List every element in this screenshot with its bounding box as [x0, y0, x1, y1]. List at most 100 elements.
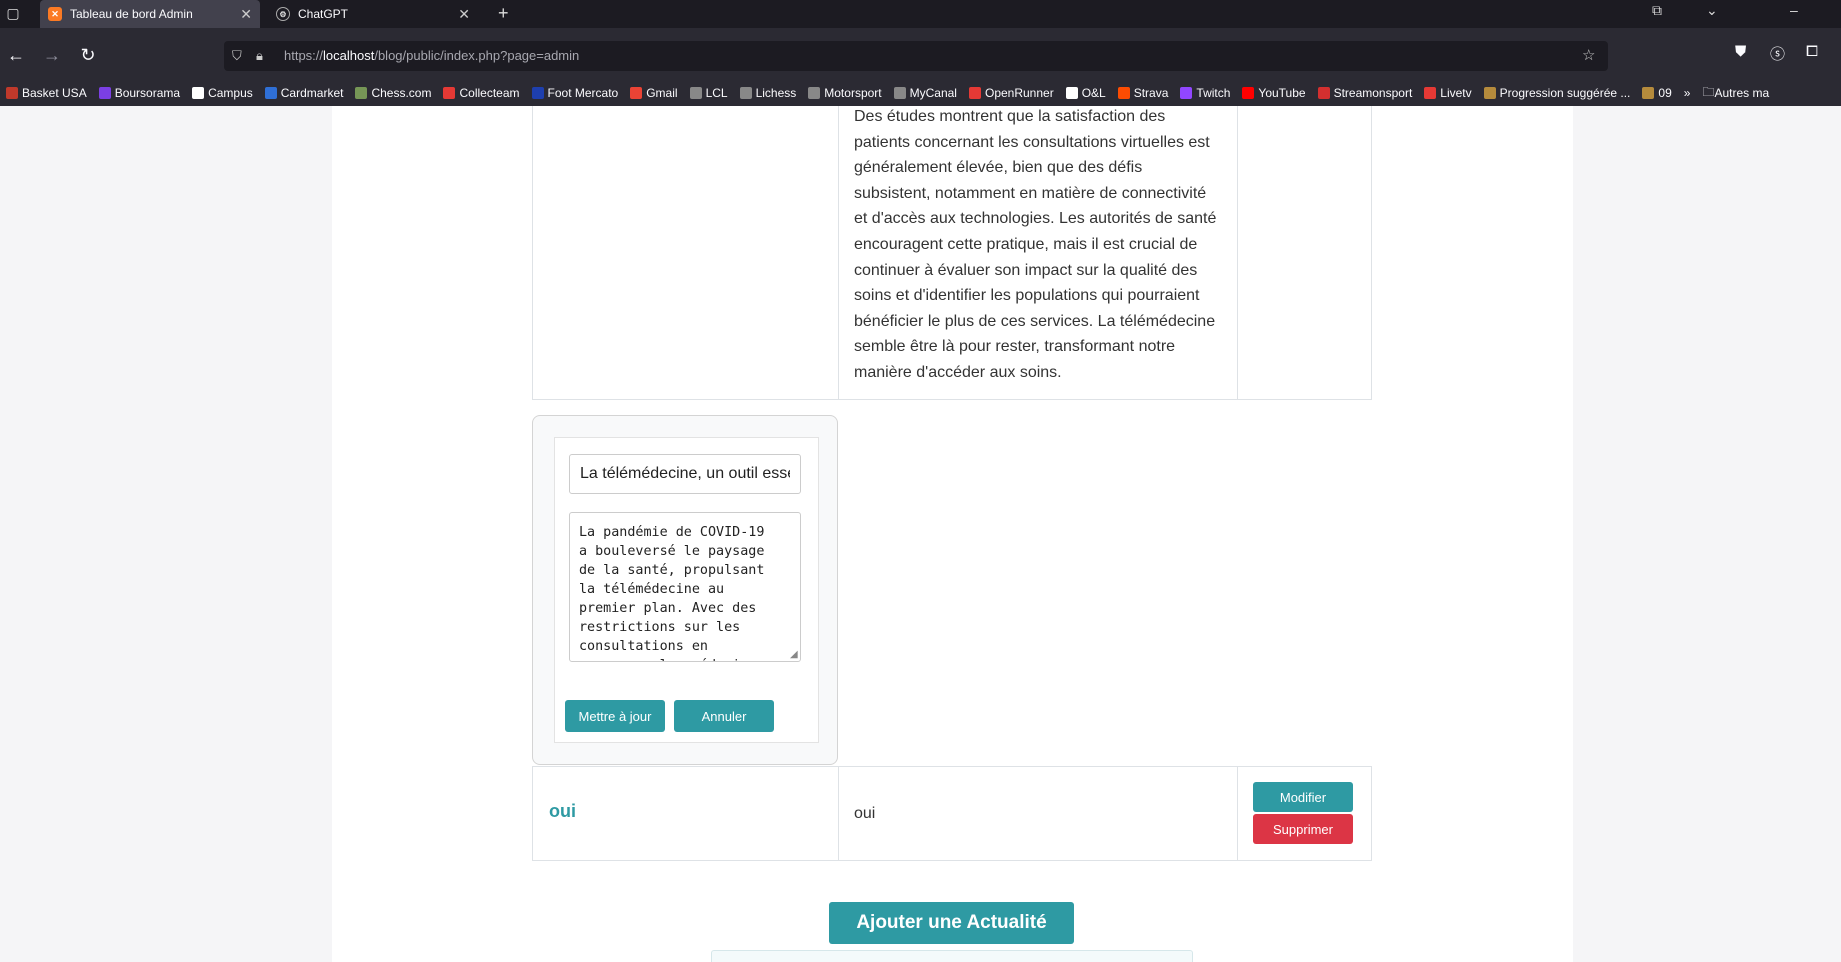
bookmark-item[interactable]: Motorsport: [808, 86, 882, 100]
bookmark-favicon-icon: [1642, 87, 1655, 99]
lock-icon[interactable]: 🔒︎: [256, 48, 263, 64]
bookmark-label: Streamonsport: [1333, 86, 1413, 100]
bookmark-label: Motorsport: [824, 86, 882, 100]
bookmark-label: MyCanal: [909, 86, 957, 100]
close-tab-icon[interactable]: ✕: [458, 6, 470, 22]
bookmark-favicon-icon: [968, 87, 981, 99]
extensions-icon[interactable]: ⧠: [1806, 43, 1818, 60]
minimize-icon[interactable]: –: [1790, 2, 1798, 18]
bookmark-favicon-icon: [6, 87, 18, 99]
bookmark-item[interactable]: Lichess: [739, 86, 796, 100]
other-bookmarks-label: Autres ma: [1714, 86, 1770, 100]
bookmark-item[interactable]: Cardmarket: [264, 86, 343, 100]
bookmark-item[interactable]: Gmail: [630, 86, 678, 100]
bookmark-item[interactable]: Basket USA: [6, 86, 87, 100]
bookmark-favicon-icon: [1424, 87, 1437, 99]
edit-form: La pandémie de COVID-19 a bouleversé le …: [554, 437, 819, 743]
content-textarea[interactable]: La pandémie de COVID-19 a bouleversé le …: [569, 512, 801, 662]
content-line: continuer à évaluer son impact sur la qu…: [854, 261, 1198, 279]
tab-admin-dashboard[interactable]: ✕ Tableau de bord Admin ✕: [40, 0, 260, 28]
bookmark-item[interactable]: 09: [1642, 86, 1672, 100]
add-news-button[interactable]: Ajouter une Actualité: [829, 902, 1074, 944]
bookmark-favicon-icon: [264, 87, 277, 99]
chevron-down-icon[interactable]: ⌄: [1706, 2, 1718, 19]
close-tab-icon[interactable]: ✕: [240, 6, 252, 22]
article-content-text: Des études montrent que la satisfaction …: [854, 106, 1222, 386]
star-icon[interactable]: ☆: [1582, 46, 1595, 64]
bookmark-item[interactable]: OpenRunner: [968, 86, 1054, 100]
bookmark-item[interactable]: LCL: [689, 86, 728, 100]
bookmark-favicon-icon: [808, 87, 821, 99]
browser-toolbar: ← → ↻ ⛉ 🔒︎ https://localhost/blog/public…: [0, 28, 1841, 84]
article-content-cell: Des études montrent que la satisfaction …: [838, 106, 1238, 400]
bookmark-item[interactable]: Boursorama: [98, 86, 181, 100]
title-input[interactable]: [569, 454, 801, 494]
bookmark-label: Collecteam: [459, 86, 520, 100]
pocket-icon[interactable]: ⛊: [1735, 43, 1746, 60]
bookmark-label: Strava: [1133, 86, 1169, 100]
bookmark-label: Boursorama: [114, 86, 181, 100]
row-title-link[interactable]: oui: [549, 801, 576, 822]
bookmark-item[interactable]: Chess.com: [355, 86, 431, 100]
tab-label: ChatGPT: [298, 7, 349, 21]
row-actions-cell: Modifier Supprimer: [1237, 766, 1372, 861]
bookmark-item[interactable]: Strava: [1117, 86, 1169, 100]
address-bar[interactable]: ⛉ 🔒︎ https://localhost/blog/public/index…: [224, 41, 1608, 71]
edit-button[interactable]: Modifier: [1253, 782, 1353, 812]
bookmark-item[interactable]: YouTube: [1242, 86, 1306, 100]
account-icon[interactable]: ⓢ: [1770, 43, 1785, 64]
content-line: manière d'accéder aux soins.: [854, 363, 1062, 381]
pip-icon[interactable]: ⧉: [1652, 2, 1662, 19]
bookmark-item[interactable]: Progression suggérée ...: [1483, 86, 1630, 100]
bookmark-favicon-icon: [1117, 87, 1130, 99]
bookmark-item[interactable]: MyCanal: [893, 86, 957, 100]
other-bookmarks-folder[interactable]: 🗀 Autres ma: [1702, 83, 1769, 104]
bookmarks-bar: Basket USA Boursorama Campus Cardmarket Ches…: [0, 80, 1841, 106]
bookmark-item[interactable]: Collecteam: [443, 86, 520, 100]
article-actions-cell: [1237, 106, 1372, 400]
cancel-button[interactable]: Annuler: [674, 700, 774, 732]
row-content-text: oui: [854, 805, 876, 822]
resize-grip-icon[interactable]: ◢: [790, 650, 800, 660]
bookmark-label: Campus: [208, 86, 253, 100]
bookmark-label: Basket USA: [22, 86, 87, 100]
forward-arrow-icon[interactable]: →: [40, 43, 64, 67]
row-title-cell: oui: [532, 766, 839, 861]
bookmark-label: YouTube: [1258, 86, 1306, 100]
reload-icon[interactable]: ↻: [76, 43, 100, 67]
bookmark-item[interactable]: Campus: [192, 86, 253, 100]
folder-icon: 🗀: [1702, 84, 1715, 99]
xampp-icon: ✕: [48, 7, 62, 21]
bookmark-label: Twitch: [1196, 86, 1231, 100]
more-bookmarks-icon[interactable]: »: [1684, 86, 1691, 100]
bookmark-label: OpenRunner: [984, 86, 1054, 100]
content-line: et d'accès aux technologies. Les autorit…: [854, 210, 1217, 228]
bookmark-label: Chess.com: [371, 86, 432, 100]
bookmark-item[interactable]: Foot Mercato: [531, 86, 618, 100]
tab-chatgpt[interactable]: ⚙ ChatGPT ✕: [268, 0, 478, 28]
bookmark-item[interactable]: Twitch: [1180, 86, 1230, 100]
bookmark-item[interactable]: O&L: [1065, 86, 1106, 100]
content-line: patients concernant les consultations vi…: [854, 133, 1210, 151]
url-text[interactable]: https://localhost/blog/public/index.php?…: [284, 48, 579, 63]
browser-tab-bar: ▢ ✕ Tableau de bord Admin ✕ ⚙ ChatGPT ✕ …: [0, 0, 1841, 28]
shield-icon[interactable]: ⛉: [232, 48, 242, 64]
bookmark-label: 09: [1658, 86, 1672, 100]
content-line: généralement élevée, bien que des défis: [854, 159, 1143, 177]
bookmark-item[interactable]: Livetv: [1424, 86, 1472, 100]
content-line: subsistent, notamment en matière de conn…: [854, 184, 1207, 202]
new-tab-icon[interactable]: +: [498, 3, 509, 24]
article-title-cell: [532, 106, 839, 400]
bookmark-favicon-icon: [1242, 87, 1255, 99]
back-arrow-icon[interactable]: ←: [4, 43, 28, 67]
update-button[interactable]: Mettre à jour: [565, 700, 665, 732]
delete-button[interactable]: Supprimer: [1253, 814, 1353, 844]
bookmark-favicon-icon: [739, 87, 752, 99]
row-content-cell: oui: [838, 766, 1238, 861]
bookmark-favicon-icon: [192, 87, 205, 99]
tab-list-icon[interactable]: ▢: [4, 5, 22, 23]
bookmark-favicon-icon: [531, 87, 544, 99]
content-line: soins et d'identifier les populations qu…: [854, 287, 1200, 305]
bookmark-favicon-icon: [689, 87, 702, 99]
bookmark-item[interactable]: Streamonsport: [1317, 86, 1413, 100]
